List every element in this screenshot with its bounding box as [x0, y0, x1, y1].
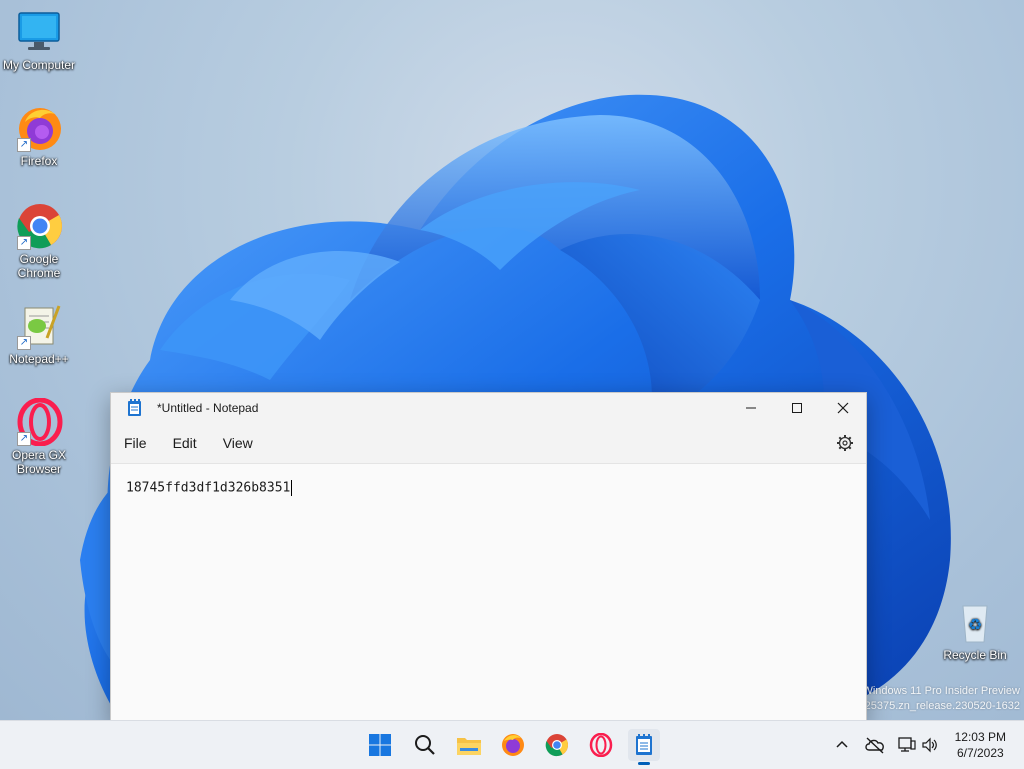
taskbar-file-explorer[interactable]	[453, 729, 485, 761]
notepad-icon	[127, 399, 143, 417]
shortcut-arrow-icon: ↗	[17, 236, 31, 250]
desktop-icon-label: Notepad++	[9, 352, 69, 366]
file-explorer-icon	[457, 738, 481, 755]
desktop-icon-firefox[interactable]: ↗ Firefox	[1, 104, 77, 168]
taskbar-firefox[interactable]	[497, 729, 529, 761]
desktop-icon-recycle-bin[interactable]: ♻ Recycle Bin	[937, 598, 1013, 662]
cloud-offline-icon	[865, 737, 884, 754]
desktop-icon-label: My Computer	[2, 58, 76, 72]
menu-view[interactable]: View	[210, 423, 266, 463]
shortcut-arrow-icon: ↗	[17, 138, 31, 152]
desktop-icon-opera-gx[interactable]: ↗ Opera GX Browser	[1, 397, 77, 476]
maximize-icon	[792, 403, 802, 413]
clock-date: 6/7/2023	[956, 746, 1004, 760]
taskbar-notepad[interactable]	[628, 729, 660, 765]
notepad-plus-plus-icon: ↗	[15, 302, 63, 350]
clock[interactable]: 12:03 PM 6/7/2023	[955, 729, 1006, 761]
desktop-icon-my-computer[interactable]: My Computer	[1, 8, 77, 72]
taskbar-opera[interactable]	[585, 729, 617, 761]
show-hidden-icons-button[interactable]	[834, 721, 850, 769]
chrome-icon	[545, 734, 568, 757]
notepad-window[interactable]: *Untitled - Notepad File Edit View 18745…	[110, 392, 867, 724]
close-button[interactable]	[820, 393, 866, 423]
desktop-icon-label: Firefox	[20, 154, 58, 168]
clock-time: 12:03 PM	[954, 730, 1006, 744]
search-icon	[415, 735, 435, 755]
gear-icon	[837, 435, 853, 451]
settings-button[interactable]	[836, 434, 854, 457]
window-title: *Untitled - Notepad	[157, 401, 259, 415]
search-button[interactable]	[409, 729, 441, 761]
shortcut-arrow-icon: ↗	[17, 336, 31, 350]
firefox-icon: ↗	[15, 104, 63, 152]
text-caret	[291, 480, 293, 496]
minimize-icon	[746, 407, 756, 409]
speaker-icon	[922, 737, 937, 753]
start-icon	[369, 734, 391, 756]
menu-edit[interactable]: Edit	[160, 423, 210, 463]
close-icon	[837, 402, 849, 414]
desktop-icon-notepad-plus-plus[interactable]: ↗ Notepad++	[1, 302, 77, 366]
shortcut-arrow-icon: ↗	[17, 432, 31, 446]
active-app-indicator	[638, 762, 650, 765]
menu-file[interactable]: File	[111, 423, 160, 463]
text-editor[interactable]: 18745ffd3df1d326b8351	[111, 464, 866, 512]
taskbar: 12:03 PM 6/7/2023	[0, 720, 1024, 769]
recycle-bin-icon: ♻	[951, 598, 999, 646]
svg-text:♻: ♻	[968, 615, 982, 634]
desktop-icon-label: Recycle Bin	[943, 648, 1007, 662]
chevron-up-icon	[836, 740, 848, 748]
start-button[interactable]	[364, 729, 396, 761]
editor-content: 18745ffd3df1d326b8351	[126, 480, 291, 496]
network-status[interactable]	[897, 721, 917, 769]
onedrive-status[interactable]	[864, 721, 886, 769]
desktop-icon-chrome[interactable]: ↗ Google Chrome	[1, 202, 77, 280]
chrome-icon: ↗	[15, 202, 63, 250]
notepad-icon	[636, 734, 652, 755]
opera-icon	[589, 733, 613, 757]
title-bar[interactable]: *Untitled - Notepad	[111, 393, 866, 423]
network-icon	[898, 737, 916, 752]
maximize-button[interactable]	[774, 393, 820, 423]
volume-control[interactable]	[921, 721, 939, 769]
taskbar-chrome[interactable]	[541, 729, 573, 761]
desktop-icon-label: Opera GX Browser	[11, 448, 67, 476]
monitor-icon	[15, 8, 63, 56]
firefox-icon	[502, 734, 524, 756]
minimize-button[interactable]	[728, 393, 774, 423]
desktop-icon-label: Google Chrome	[17, 252, 61, 280]
opera-gx-icon: ↗	[15, 397, 63, 447]
menu-bar: File Edit View	[111, 423, 866, 464]
